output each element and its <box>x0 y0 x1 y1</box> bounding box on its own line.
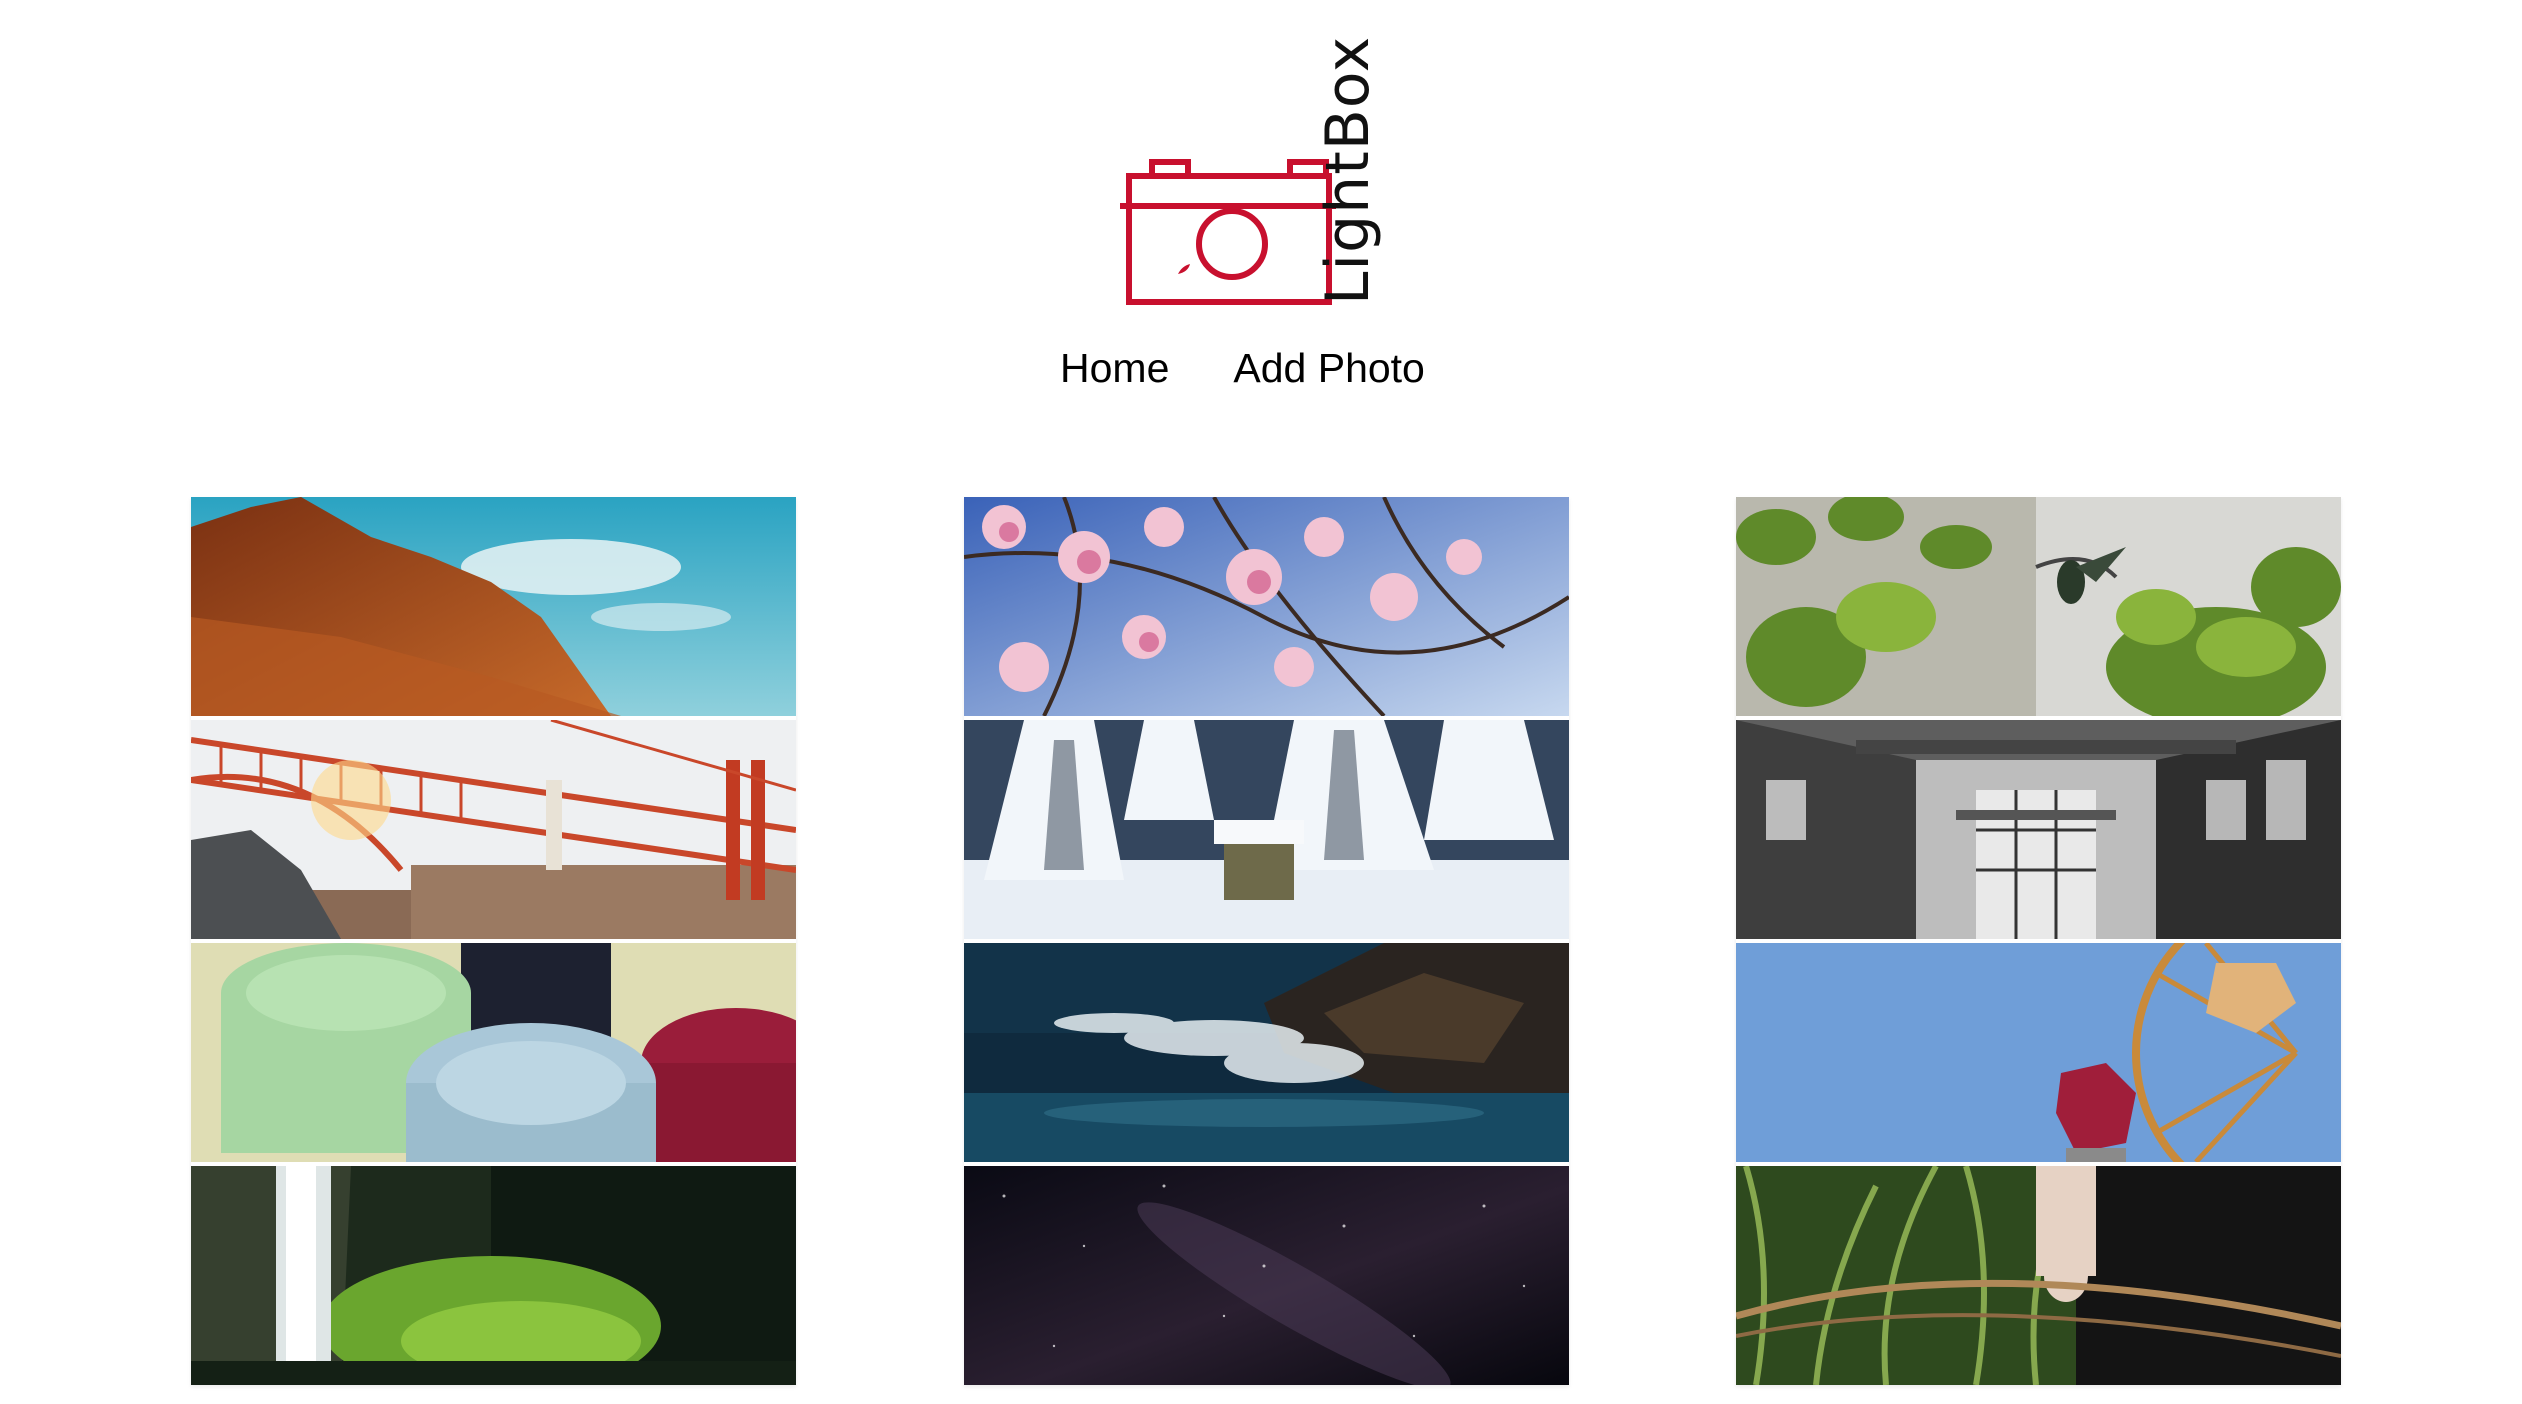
nav-add-photo-link[interactable]: Add Photo <box>1233 345 1425 392</box>
ocean-wave-rocks-photo[interactable] <box>963 943 1569 1162</box>
golden-gate-bridge-photo[interactable] <box>191 720 796 939</box>
gallery-column-2 <box>963 497 1569 1385</box>
cornfield-figure-photo[interactable] <box>1736 1166 2341 1385</box>
main-nav: Home Add Photo <box>1060 345 1425 392</box>
brand-name: LightBox <box>1313 35 1383 305</box>
milky-way-night-sky-photo[interactable] <box>963 1166 1569 1385</box>
gallery-column-1 <box>191 497 796 1385</box>
abandoned-factory-photo[interactable] <box>1736 720 2341 939</box>
red-cliff-mountain-photo[interactable] <box>191 497 796 716</box>
nav-home-link[interactable]: Home <box>1060 345 1169 392</box>
hummingbird-photo[interactable] <box>1736 497 2341 716</box>
photo-gallery <box>191 497 2341 1385</box>
gallery-column-3 <box>1736 497 2341 1385</box>
ferris-wheel-photo[interactable] <box>1736 943 2341 1162</box>
snowy-forest-photo[interactable] <box>963 720 1569 939</box>
page: LightBox Home Add Photo <box>0 0 2522 1404</box>
waterfall-photo[interactable] <box>191 1166 796 1385</box>
poker-chips-photo[interactable] <box>191 943 796 1162</box>
magnolia-blossoms-photo[interactable] <box>963 497 1569 716</box>
